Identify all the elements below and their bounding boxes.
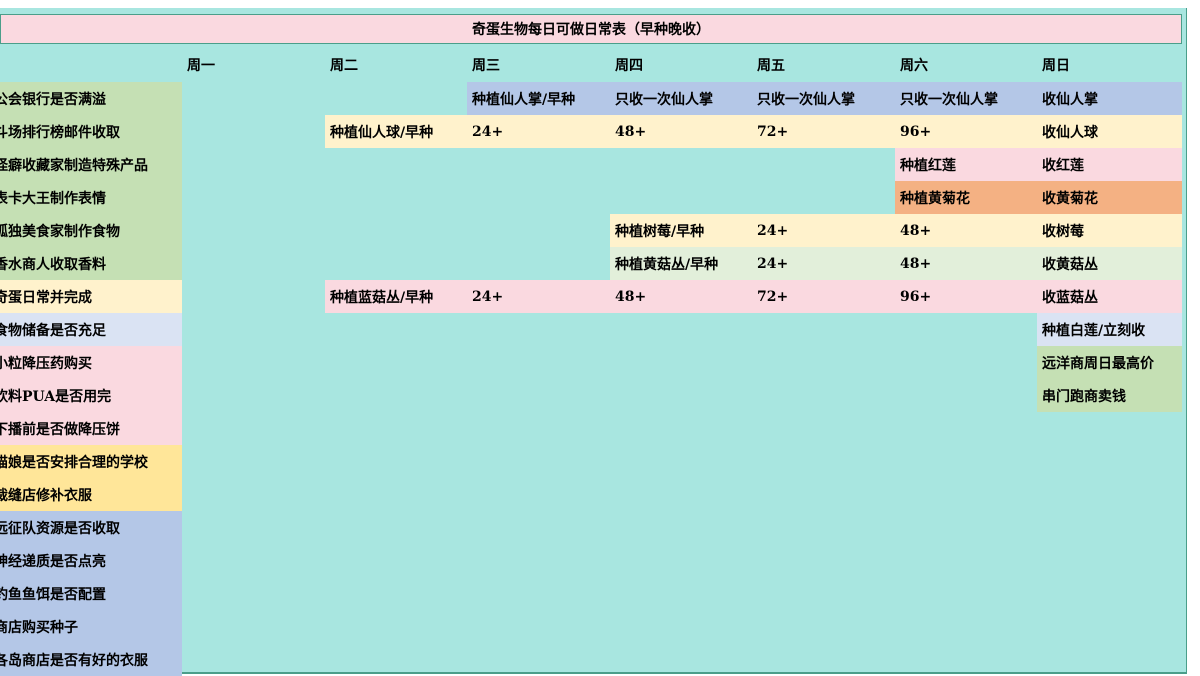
- task-cell[interactable]: 香水商人收取香料: [0, 247, 182, 280]
- task-label: 猫娘是否安排合理的学校: [0, 454, 148, 471]
- schedule-cell[interactable]: 24+: [752, 214, 895, 247]
- task-label: 香水商人收取香料: [0, 256, 106, 273]
- schedule-cell[interactable]: 48+: [895, 214, 1037, 247]
- schedule-cell[interactable]: 种植仙人掌/早种: [467, 82, 610, 115]
- schedule-cell[interactable]: 种植仙人球/早种: [325, 115, 467, 148]
- schedule-cell[interactable]: 远洋商周日最高价: [1037, 346, 1182, 379]
- task-label: 饮料PUA是否用完: [0, 388, 112, 405]
- task-label: 下播前是否做降压饼: [0, 421, 120, 438]
- schedule-cell[interactable]: 72+: [752, 115, 895, 148]
- table-title[interactable]: 奇蛋生物每日可做日常表（早种晚收）: [0, 14, 1182, 44]
- task-label: 奇蛋日常并完成: [0, 289, 92, 306]
- schedule-cell[interactable]: 96+: [895, 280, 1037, 313]
- schedule-cell[interactable]: 只收一次仙人掌: [752, 82, 895, 115]
- task-label: 孤独美食家制作食物: [0, 223, 120, 240]
- task-cell[interactable]: 钓鱼鱼饵是否配置: [0, 577, 182, 610]
- header-wednesday[interactable]: 周三: [467, 50, 500, 80]
- task-cell[interactable]: 公会银行是否满溢: [0, 82, 182, 115]
- task-cell[interactable]: 各岛商店是否有好的衣服: [0, 643, 182, 676]
- schedule-cell[interactable]: 收蓝菇丛: [1037, 280, 1182, 313]
- task-label: 神经递质是否点亮: [0, 553, 106, 570]
- schedule-cell[interactable]: 24+: [467, 115, 610, 148]
- schedule-cell[interactable]: 收黄菇丛: [1037, 247, 1182, 280]
- schedule-cell[interactable]: 串门跑商卖钱: [1037, 379, 1182, 412]
- schedule-cell[interactable]: 72+: [752, 280, 895, 313]
- schedule-cell[interactable]: 种植黄菇丛/早种: [610, 247, 752, 280]
- task-label: 怪癖收藏家制造特殊产品: [0, 157, 148, 174]
- task-cell[interactable]: 神经递质是否点亮: [0, 544, 182, 577]
- schedule-cell[interactable]: 48+: [895, 247, 1037, 280]
- schedule-cell[interactable]: 48+: [610, 280, 752, 313]
- schedule-cell[interactable]: 收仙人球: [1037, 115, 1182, 148]
- task-cell[interactable]: 小粒降压药购买: [0, 346, 182, 379]
- schedule-cell[interactable]: 只收一次仙人掌: [895, 82, 1037, 115]
- task-cell[interactable]: 远征队资源是否收取: [0, 511, 182, 544]
- schedule-cell[interactable]: 24+: [467, 280, 610, 313]
- task-cell[interactable]: 下播前是否做降压饼: [0, 412, 182, 445]
- task-cell[interactable]: 表卡大王制作表情: [0, 181, 182, 214]
- schedule-cell[interactable]: 只收一次仙人掌: [610, 82, 752, 115]
- task-label: 小粒降压药购买: [0, 355, 92, 372]
- task-cell[interactable]: 猫娘是否安排合理的学校: [0, 445, 182, 478]
- task-label: 斗场排行榜邮件收取: [0, 124, 120, 141]
- header-thursday[interactable]: 周四: [610, 50, 643, 80]
- task-cell[interactable]: 商店购买种子: [0, 610, 182, 643]
- schedule-cell[interactable]: 收红莲: [1037, 148, 1182, 181]
- task-cell[interactable]: 食物储备是否充足: [0, 313, 182, 346]
- task-label: 钓鱼鱼饵是否配置: [0, 586, 106, 603]
- task-label: 商店购买种子: [0, 619, 78, 636]
- schedule-cell[interactable]: 种植白莲/立刻收: [1037, 313, 1182, 346]
- schedule-cell[interactable]: 种植黄菊花: [895, 181, 1037, 214]
- task-cell[interactable]: 孤独美食家制作食物: [0, 214, 182, 247]
- task-label: 裁缝店修补衣服: [0, 487, 92, 504]
- task-label: 公会银行是否满溢: [0, 91, 106, 108]
- schedule-cell[interactable]: 24+: [752, 247, 895, 280]
- header-tuesday[interactable]: 周二: [325, 50, 358, 80]
- schedule-cell[interactable]: 种植红莲: [895, 148, 1037, 181]
- task-cell[interactable]: 奇蛋日常并完成: [0, 280, 182, 313]
- header-monday[interactable]: 周一: [182, 50, 215, 80]
- task-cell[interactable]: 怪癖收藏家制造特殊产品: [0, 148, 182, 181]
- schedule-cell[interactable]: 48+: [610, 115, 752, 148]
- schedule-cell[interactable]: 种植蓝菇丛/早种: [325, 280, 467, 313]
- header-sunday[interactable]: 周日: [1037, 50, 1070, 80]
- task-label: 各岛商店是否有好的衣服: [0, 652, 148, 669]
- task-cell[interactable]: 斗场排行榜邮件收取: [0, 115, 182, 148]
- schedule-cell[interactable]: 收树莓: [1037, 214, 1182, 247]
- schedule-cell[interactable]: 96+: [895, 115, 1037, 148]
- schedule-cell[interactable]: 收黄菊花: [1037, 181, 1182, 214]
- header-saturday[interactable]: 周六: [895, 50, 928, 80]
- sheet-border-right: [1186, 8, 1187, 674]
- header-friday[interactable]: 周五: [752, 50, 785, 80]
- schedule-cell[interactable]: 收仙人掌: [1037, 82, 1182, 115]
- task-cell[interactable]: 裁缝店修补衣服: [0, 478, 182, 511]
- task-label: 远征队资源是否收取: [0, 520, 120, 537]
- task-label: 表卡大王制作表情: [0, 190, 106, 207]
- task-cell[interactable]: 饮料PUA是否用完: [0, 379, 182, 412]
- schedule-cell[interactable]: 种植树莓/早种: [610, 214, 752, 247]
- task-label: 食物储备是否充足: [0, 322, 106, 339]
